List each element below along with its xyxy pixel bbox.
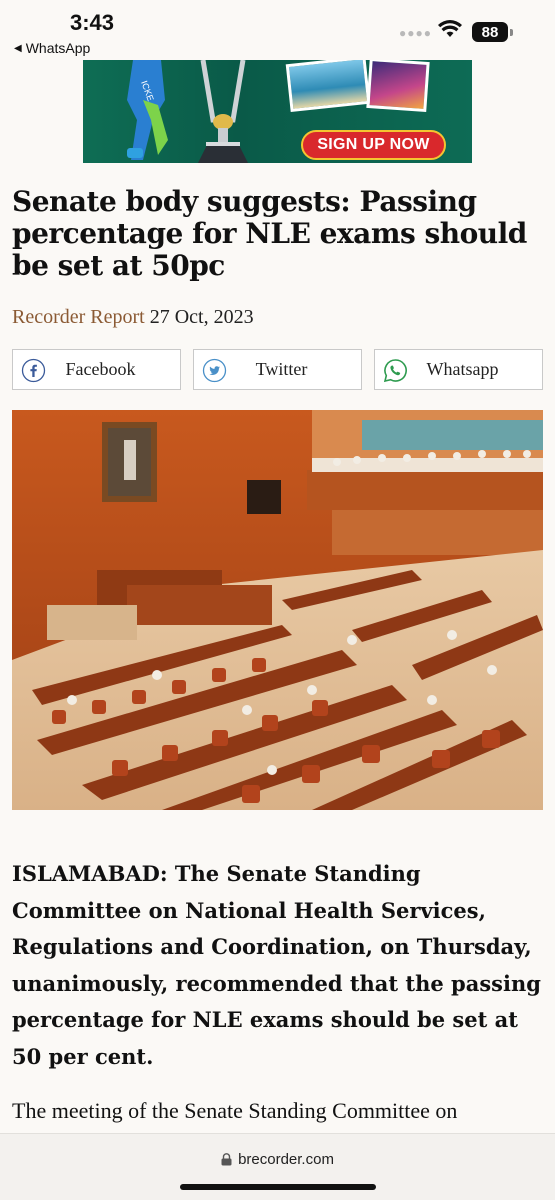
home-indicator[interactable]	[180, 1184, 376, 1190]
share-buttons: Facebook Twitter Whatsapp	[12, 349, 543, 390]
battery-indicator: 88	[472, 22, 513, 42]
trophy-graphic	[198, 60, 248, 163]
publish-date: 27 Oct, 2023	[149, 306, 254, 328]
share-twitter-button[interactable]: Twitter	[193, 349, 362, 390]
clock: 3:43	[70, 10, 115, 35]
article-photo[interactable]	[12, 410, 543, 810]
url-text: brecorder.com	[238, 1151, 334, 1168]
ad-photo-beach	[285, 60, 371, 113]
cricket-player-graphic: ICKE	[127, 60, 168, 160]
facebook-icon	[21, 358, 46, 383]
back-app-label: WhatsApp	[25, 40, 91, 56]
status-bar: 3:43 ◀ WhatsApp ●●●● 88	[0, 0, 555, 60]
sign-up-button[interactable]: SIGN UP NOW	[301, 130, 446, 160]
author-link[interactable]: Recorder Report	[12, 306, 145, 328]
signal-dots-icon: ●●●●	[399, 26, 432, 40]
share-whatsapp-button[interactable]: Whatsapp	[374, 349, 543, 390]
article-paragraph: The meeting of the Senate Standing Commi…	[12, 1098, 458, 1123]
twitter-icon	[202, 358, 227, 383]
address-bar[interactable]: brecorder.com	[0, 1151, 555, 1168]
share-facebook-button[interactable]: Facebook	[12, 349, 181, 390]
ad-photo-concert	[366, 60, 430, 113]
article-title: Senate body suggests: Passing percentage…	[12, 185, 527, 282]
ad-banner[interactable]: ICKE SIGN UP NOW	[83, 60, 472, 163]
back-to-app-button[interactable]: ◀ WhatsApp	[14, 40, 90, 56]
back-triangle-icon: ◀	[14, 42, 22, 54]
browser-bottom-bar: brecorder.com	[0, 1133, 555, 1200]
wifi-icon	[438, 20, 462, 37]
whatsapp-icon	[383, 359, 407, 383]
byline: Recorder Report 27 Oct, 2023	[12, 306, 254, 329]
article-lead: ISLAMABAD: The Senate Standing Committee…	[12, 861, 541, 1069]
lock-icon	[221, 1153, 232, 1166]
